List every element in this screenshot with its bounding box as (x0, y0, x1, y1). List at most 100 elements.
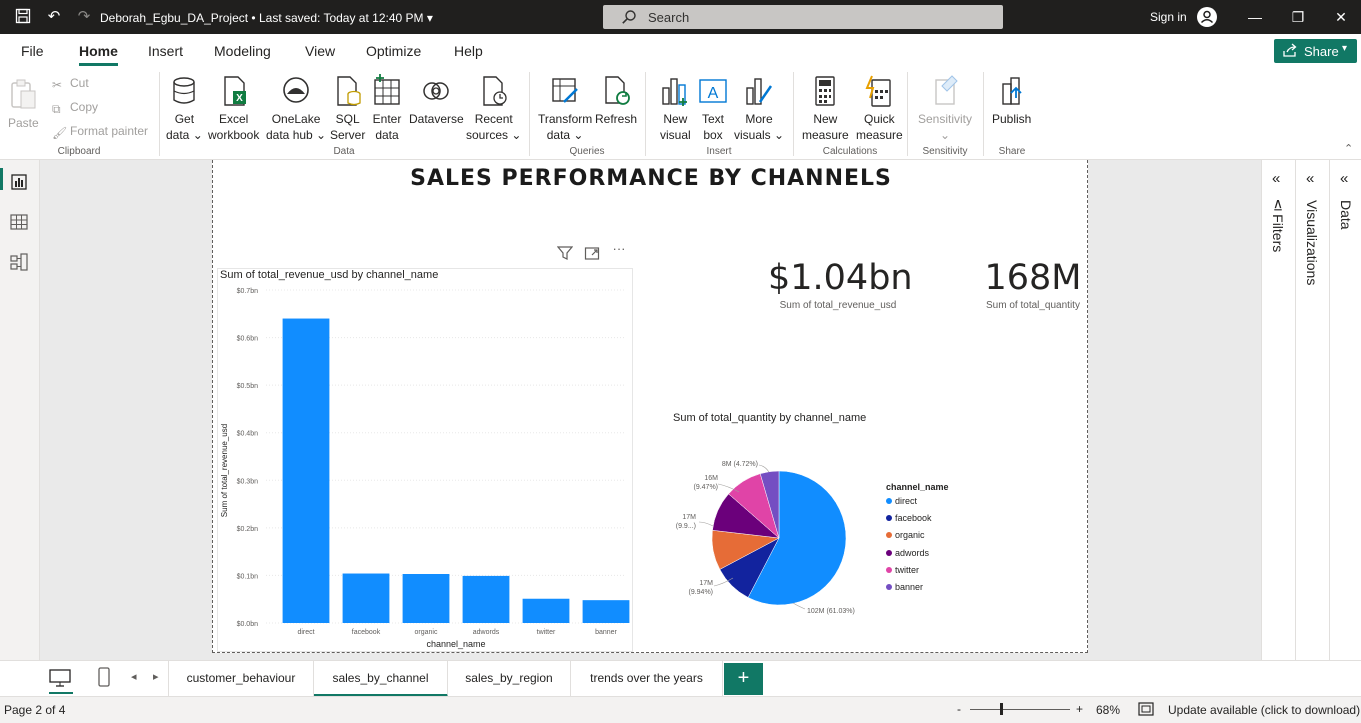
undo-icon[interactable]: ↶ (45, 8, 63, 26)
copy-label: Copy (70, 100, 99, 114)
pie-slice-banner[interactable] (759, 470, 780, 539)
data-pane[interactable]: « Data (1329, 160, 1361, 660)
excel-workbook-button[interactable]: X Excel workbook (208, 74, 259, 143)
chevron-down-icon[interactable]: ▾ (427, 11, 433, 25)
pie-slice-facebook[interactable] (719, 537, 780, 598)
ribbon-group-insert: New visual A Text box More visuals ⌄ Insert (646, 70, 792, 158)
sql-server-button[interactable]: SQL Server (330, 74, 365, 143)
new-visual-button[interactable]: New visual (660, 74, 691, 143)
menu-tab-optimize[interactable]: Optimize (366, 43, 421, 59)
add-page-button[interactable]: + (724, 663, 763, 695)
more-visuals-label: More (745, 112, 773, 126)
page-tab-trends-over-the-years[interactable]: trends over the years (571, 661, 723, 697)
legend-item-banner[interactable]: banner (886, 582, 923, 592)
legend-label: twitter (895, 565, 920, 575)
transform-data-button[interactable]: Transform data ⌄ (538, 74, 592, 143)
redo-icon[interactable]: ↷ (75, 8, 93, 26)
menu-tab-home[interactable]: Home (79, 43, 118, 66)
pie-slice-organic[interactable] (711, 530, 780, 570)
legend-item-facebook[interactable]: facebook (886, 513, 932, 523)
menu-tab-help[interactable]: Help (454, 43, 483, 59)
report-view-icon[interactable] (9, 172, 29, 192)
restore-icon[interactable]: ❐ (1288, 8, 1308, 26)
desktop-layout-icon[interactable] (49, 668, 71, 693)
enter-data-button[interactable]: Enter data (372, 74, 402, 143)
legend-item-organic[interactable]: organic (886, 530, 925, 540)
copy-button[interactable]: ⧉ Copy (52, 100, 98, 116)
kpi-card-quantity[interactable]: 168M Sum of total_quantity (973, 258, 1093, 311)
y-tick-label: $0.4bn (237, 431, 259, 438)
kpi-card-revenue[interactable]: $1.04bn Sum of total_revenue_usd (768, 258, 913, 311)
zoom-out-button[interactable]: - (957, 702, 961, 716)
mobile-layout-icon[interactable] (97, 667, 111, 692)
menu-tab-view[interactable]: View (305, 43, 335, 59)
close-icon[interactable]: ✕ (1331, 8, 1351, 26)
paste-label: Paste (8, 116, 39, 130)
pie-slice-direct[interactable] (747, 470, 847, 606)
sensitivity-button[interactable]: Sensitivity ⌄ (918, 74, 972, 143)
legend-item-twitter[interactable]: twitter (886, 565, 919, 575)
pie-label-direct-text: 102M (61.03%) (807, 608, 855, 615)
pie-slice-adwords[interactable] (712, 493, 780, 539)
visualizations-pane[interactable]: « Visualizations (1295, 160, 1329, 660)
quick-measure-button[interactable]: Quick measure (856, 74, 903, 143)
text-box-button[interactable]: A Text box (698, 74, 728, 143)
focus-mode-icon[interactable] (583, 245, 601, 263)
filter-icon[interactable] (556, 245, 574, 263)
filters-pane[interactable]: « ⊽ Filters (1261, 160, 1295, 660)
page-tab-customer-behaviour[interactable]: customer_behaviour (168, 661, 314, 697)
legend-label: adwords (895, 548, 930, 558)
status-bar: Page 2 of 4 - + 68% Update available (cl… (0, 696, 1361, 723)
onelake-data-hub-button[interactable]: OneLake data hub ⌄ (266, 74, 326, 143)
more-visuals-button[interactable]: More visuals ⌄ (734, 74, 784, 143)
recent-sources-button[interactable]: Recent sources ⌄ (466, 74, 521, 143)
menu-tab-modeling[interactable]: Modeling (214, 43, 271, 59)
zoom-level[interactable]: 68% (1096, 703, 1120, 717)
legend-item-direct[interactable]: direct (886, 496, 917, 506)
scroll-left-icon[interactable]: ◂ (131, 670, 137, 683)
menu-tab-insert[interactable]: Insert (148, 43, 183, 59)
refresh-button[interactable]: Refresh (595, 74, 637, 127)
expand-chevron-icon[interactable]: « (1306, 170, 1314, 187)
get-data-button[interactable]: Get data ⌄ (166, 74, 203, 143)
page-tab-sales-by-channel[interactable]: sales_by_channel (314, 661, 448, 697)
publish-label: Publish (992, 112, 1032, 126)
scroll-right-icon[interactable]: ▸ (153, 670, 159, 683)
visual-header-toolbar: ··· (556, 241, 636, 263)
y-tick-label: $0.2bn (237, 526, 259, 533)
publish-button[interactable]: Publish (992, 74, 1031, 127)
dataverse-button[interactable]: Dataverse (409, 74, 464, 127)
quick-measure-label: Quick (864, 112, 895, 126)
minimize-icon[interactable]: — (1245, 8, 1265, 26)
zoom-slider-thumb[interactable] (1000, 703, 1003, 715)
get-data-label-2: data ⌄ (166, 128, 203, 142)
share-button[interactable]: Share ▾ (1274, 39, 1357, 63)
cut-button[interactable]: ✂ Cut (52, 76, 89, 92)
new-measure-button[interactable]: New measure (802, 74, 849, 143)
legend-item-adwords[interactable]: adwords (886, 548, 929, 558)
save-icon[interactable] (14, 8, 32, 26)
expand-chevron-icon[interactable]: « (1272, 170, 1280, 187)
update-available-link[interactable]: Update available (click to download) (1168, 703, 1360, 717)
pie-slice-twitter[interactable] (728, 473, 780, 539)
model-view-icon[interactable] (9, 252, 29, 272)
zoom-in-button[interactable]: + (1076, 702, 1083, 716)
more-options-icon[interactable]: ··· (610, 241, 628, 259)
format-painter-button[interactable]: 🖌 Format painter (52, 124, 148, 140)
collapse-ribbon-icon[interactable]: ⌃ (1344, 142, 1353, 155)
fit-to-page-icon[interactable] (1138, 702, 1154, 719)
transform-label-2: data ⌄ (546, 128, 584, 142)
menu-tab-file[interactable]: File (21, 43, 44, 59)
y-tick-label: $0.6bn (237, 336, 259, 343)
search-box[interactable]: Search (603, 5, 1003, 29)
document-title[interactable]: Deborah_Egbu_DA_Project • Last saved: To… (100, 11, 433, 25)
bar-chart-visual[interactable]: ··· Sum of total_revenue_usd by channel_… (217, 241, 633, 652)
user-avatar-icon[interactable] (1197, 7, 1217, 27)
zoom-slider[interactable] (970, 709, 1070, 710)
page-tab-sales-by-region[interactable]: sales_by_region (448, 661, 571, 697)
paste-button[interactable]: Paste (8, 78, 39, 131)
expand-chevron-icon[interactable]: « (1340, 170, 1348, 187)
sensitivity-label: Sensitivity (918, 112, 973, 126)
table-view-icon[interactable] (9, 212, 29, 232)
sign-in-link[interactable]: Sign in (1150, 10, 1187, 24)
